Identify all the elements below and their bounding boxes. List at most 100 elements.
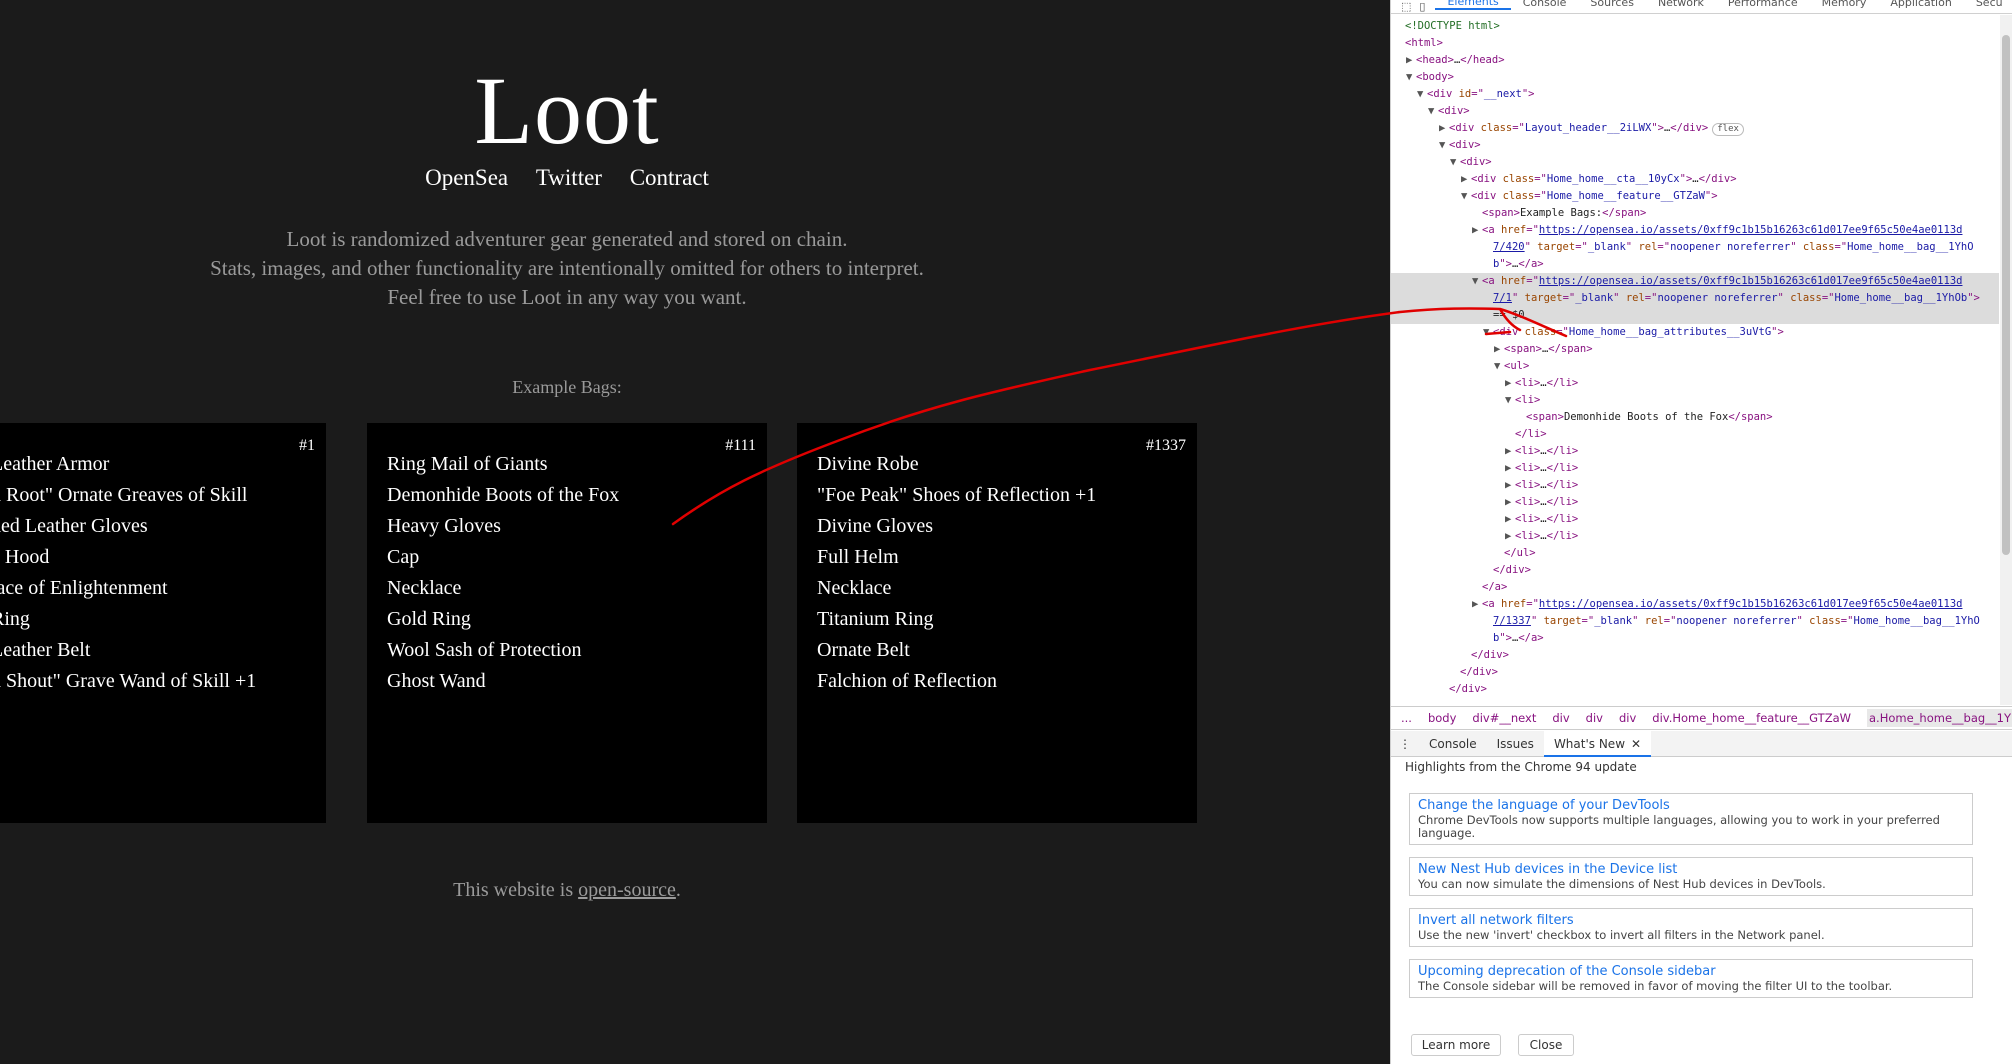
whats-new-title[interactable]: Change the language of your DevTools: [1418, 797, 1964, 814]
breadcrumb-item[interactable]: div: [1552, 711, 1569, 725]
dom-tree-node[interactable]: ▼ <div id="__next">: [1417, 86, 1535, 103]
dom-tree-node[interactable]: b">…</a>: [1483, 256, 1544, 273]
dom-tree-node[interactable]: ▶ <li>…</li>: [1505, 460, 1578, 477]
nav-opensea-link[interactable]: OpenSea: [425, 165, 508, 190]
dom-tree-node[interactable]: ▶ <li>…</li>: [1505, 443, 1578, 460]
expanded-arrow-icon[interactable]: ▼: [1450, 154, 1460, 171]
dom-tree-node[interactable]: ▼ <li>: [1505, 392, 1540, 409]
whats-new-item[interactable]: New Nest Hub devices in the Device list …: [1409, 857, 1973, 896]
drawer-tab-issues[interactable]: Issues: [1487, 731, 1544, 757]
expanded-arrow-icon[interactable]: ▼: [1439, 137, 1449, 154]
dom-tree-node[interactable]: 7/1337" target="_blank" rel="noopener no…: [1483, 613, 1980, 630]
whats-new-item[interactable]: Upcoming deprecation of the Console side…: [1409, 959, 1973, 998]
expanded-arrow-icon[interactable]: ▼: [1406, 69, 1416, 86]
dom-tree-node[interactable]: ▶ <a href="https://opensea.io/assets/0xff…: [1472, 596, 1962, 613]
expanded-arrow-icon[interactable]: ▼: [1461, 188, 1471, 205]
scrollbar-thumb[interactable]: [2002, 35, 2010, 555]
dom-tree-node[interactable]: ▼ <ul>: [1494, 358, 1529, 375]
dom-tree-node[interactable]: <!DOCTYPE html>: [1395, 18, 1500, 35]
dom-tree-node[interactable]: ▼ <body>: [1406, 69, 1454, 86]
whats-new-item[interactable]: Change the language of your DevTools Chr…: [1409, 793, 1973, 845]
dom-tree-node[interactable]: </li>: [1505, 426, 1547, 443]
dom-tree-node[interactable]: </a>: [1472, 579, 1507, 596]
whats-new-title[interactable]: New Nest Hub devices in the Device list: [1418, 861, 1964, 878]
breadcrumb-item[interactable]: div: [1619, 711, 1636, 725]
close-icon[interactable]: ✕: [1631, 737, 1641, 751]
collapsed-arrow-icon[interactable]: ▶: [1505, 443, 1515, 460]
expanded-arrow-icon[interactable]: ▼: [1505, 392, 1515, 409]
collapsed-arrow-icon[interactable]: ▶: [1472, 222, 1482, 239]
elements-scrollbar[interactable]: [2000, 15, 2012, 705]
dom-tree-node[interactable]: <span>Example Bags:</span>: [1472, 205, 1646, 222]
breadcrumb-item-selected[interactable]: a.Home_home__bag__1YhOb: [1867, 709, 2012, 727]
dom-tree-node[interactable]: ▼ <div>: [1439, 137, 1481, 154]
whats-new-title[interactable]: Invert all network filters: [1418, 912, 1964, 929]
nav-contract-link[interactable]: Contract: [630, 165, 709, 190]
dom-tree-node[interactable]: </div>: [1450, 664, 1498, 681]
expanded-arrow-icon[interactable]: ▼: [1483, 324, 1493, 341]
breadcrumb-item[interactable]: div#__next: [1472, 711, 1536, 725]
dom-tree-node[interactable]: <span>Demonhide Boots of the Fox</span>: [1516, 409, 1773, 426]
collapsed-arrow-icon[interactable]: ▶: [1505, 528, 1515, 545]
site-logo[interactable]: Loot: [0, 55, 1134, 166]
inspect-element-icon[interactable]: ⬚: [1401, 0, 1411, 13]
collapsed-arrow-icon[interactable]: ▶: [1406, 52, 1416, 69]
dom-tree-node[interactable]: </div>: [1483, 562, 1531, 579]
open-source-link[interactable]: open-source: [578, 879, 676, 901]
collapsed-arrow-icon[interactable]: ▶: [1505, 477, 1515, 494]
tab-elements[interactable]: Elements: [1435, 0, 1511, 10]
nav-twitter-link[interactable]: Twitter: [536, 165, 602, 190]
bag-card-1337[interactable]: #1337 Divine Robe "Foe Peak" Shoes of Re…: [797, 423, 1197, 823]
dom-tree-node[interactable]: ▶ <a href="https://opensea.io/assets/0xff…: [1472, 222, 1962, 239]
dom-tree-node[interactable]: == $0: [1483, 307, 1525, 324]
dom-tree-node[interactable]: ▶ <li>…</li>: [1505, 528, 1578, 545]
collapsed-arrow-icon[interactable]: ▶: [1505, 511, 1515, 528]
tab-memory[interactable]: Memory: [1810, 0, 1879, 9]
whats-new-item[interactable]: Invert all network filters Use the new '…: [1409, 908, 1973, 947]
collapsed-arrow-icon[interactable]: ▶: [1461, 171, 1471, 188]
drawer-tab-console[interactable]: Console: [1419, 731, 1487, 757]
dom-tree-node[interactable]: ▼ <div>: [1450, 154, 1492, 171]
breadcrumb-item[interactable]: div.Home_home__feature__GTZaW: [1652, 711, 1851, 725]
collapsed-arrow-icon[interactable]: ▶: [1505, 494, 1515, 511]
dom-tree-node[interactable]: ▶ <li>…</li>: [1505, 494, 1578, 511]
dom-tree-node[interactable]: ▼ <div class="Home_home__feature__GTZaW">: [1461, 188, 1718, 205]
bag-card-111[interactable]: #111 Ring Mail of Giants Demonhide Boots…: [367, 423, 767, 823]
breadcrumb-item[interactable]: ...: [1401, 711, 1412, 725]
breadcrumb-item[interactable]: div: [1586, 711, 1603, 725]
dom-tree-node[interactable]: ▶ <head>…</head>: [1406, 52, 1505, 69]
drawer-menu-icon[interactable]: ⋮: [1391, 737, 1419, 751]
tab-security[interactable]: Secu: [1964, 0, 2012, 9]
dom-tree-node[interactable]: </ul>: [1494, 545, 1536, 562]
collapsed-arrow-icon[interactable]: ▶: [1505, 460, 1515, 477]
tab-performance[interactable]: Performance: [1716, 0, 1810, 9]
dom-tree-node[interactable]: 7/420" target="_blank" rel="noopener nor…: [1483, 239, 1974, 256]
tab-application[interactable]: Application: [1878, 0, 1963, 9]
dom-tree-node[interactable]: b">…</a>: [1483, 630, 1544, 647]
dom-tree-node[interactable]: ▶ <div class="Home_home__cta__10yCx">…</d…: [1461, 171, 1737, 188]
whats-new-title[interactable]: Upcoming deprecation of the Console side…: [1418, 963, 1964, 980]
device-toolbar-icon[interactable]: ▯: [1419, 0, 1425, 13]
collapsed-arrow-icon[interactable]: ▶: [1472, 596, 1482, 613]
learn-more-button[interactable]: Learn more: [1411, 1034, 1501, 1056]
expanded-arrow-icon[interactable]: ▼: [1472, 273, 1482, 290]
dom-tree-node[interactable]: ▶ <div class="Layout_header__2iLWX">…</di…: [1439, 120, 1744, 137]
drawer-tab-whats-new[interactable]: What's New ✕: [1543, 730, 1652, 757]
dom-tree-node[interactable]: ▼ <div>: [1428, 103, 1470, 120]
dom-tree-node[interactable]: </div>: [1439, 681, 1487, 698]
collapsed-arrow-icon[interactable]: ▶: [1494, 341, 1504, 358]
bag-card-1[interactable]: #1 Leather Armor h Root" Ornate Greaves …: [0, 423, 326, 823]
dom-tree-node[interactable]: 7/1" target="_blank" rel="noopener noref…: [1483, 290, 1980, 307]
dom-tree-node[interactable]: ▶ <li>…</li>: [1505, 511, 1578, 528]
elements-tree[interactable]: <!DOCTYPE html> <html> ▶ <head>…</head> ▼ <bo…: [1391, 15, 1999, 705]
close-button[interactable]: Close: [1518, 1034, 1574, 1056]
dom-tree-node[interactable]: <html>: [1395, 35, 1443, 52]
dom-tree-node[interactable]: ▶ <span>…</span>: [1494, 341, 1593, 358]
dom-tree-node[interactable]: ▼ <a href="https://opensea.io/assets/0xff…: [1472, 273, 1962, 290]
collapsed-arrow-icon[interactable]: ▶: [1505, 375, 1515, 392]
dom-tree-node[interactable]: ▼ <div class="Home_home__bag_attributes__…: [1483, 324, 1784, 341]
tab-sources[interactable]: Sources: [1578, 0, 1646, 9]
breadcrumb-item[interactable]: body: [1428, 711, 1456, 725]
tab-console[interactable]: Console: [1511, 0, 1579, 9]
expanded-arrow-icon[interactable]: ▼: [1417, 86, 1427, 103]
